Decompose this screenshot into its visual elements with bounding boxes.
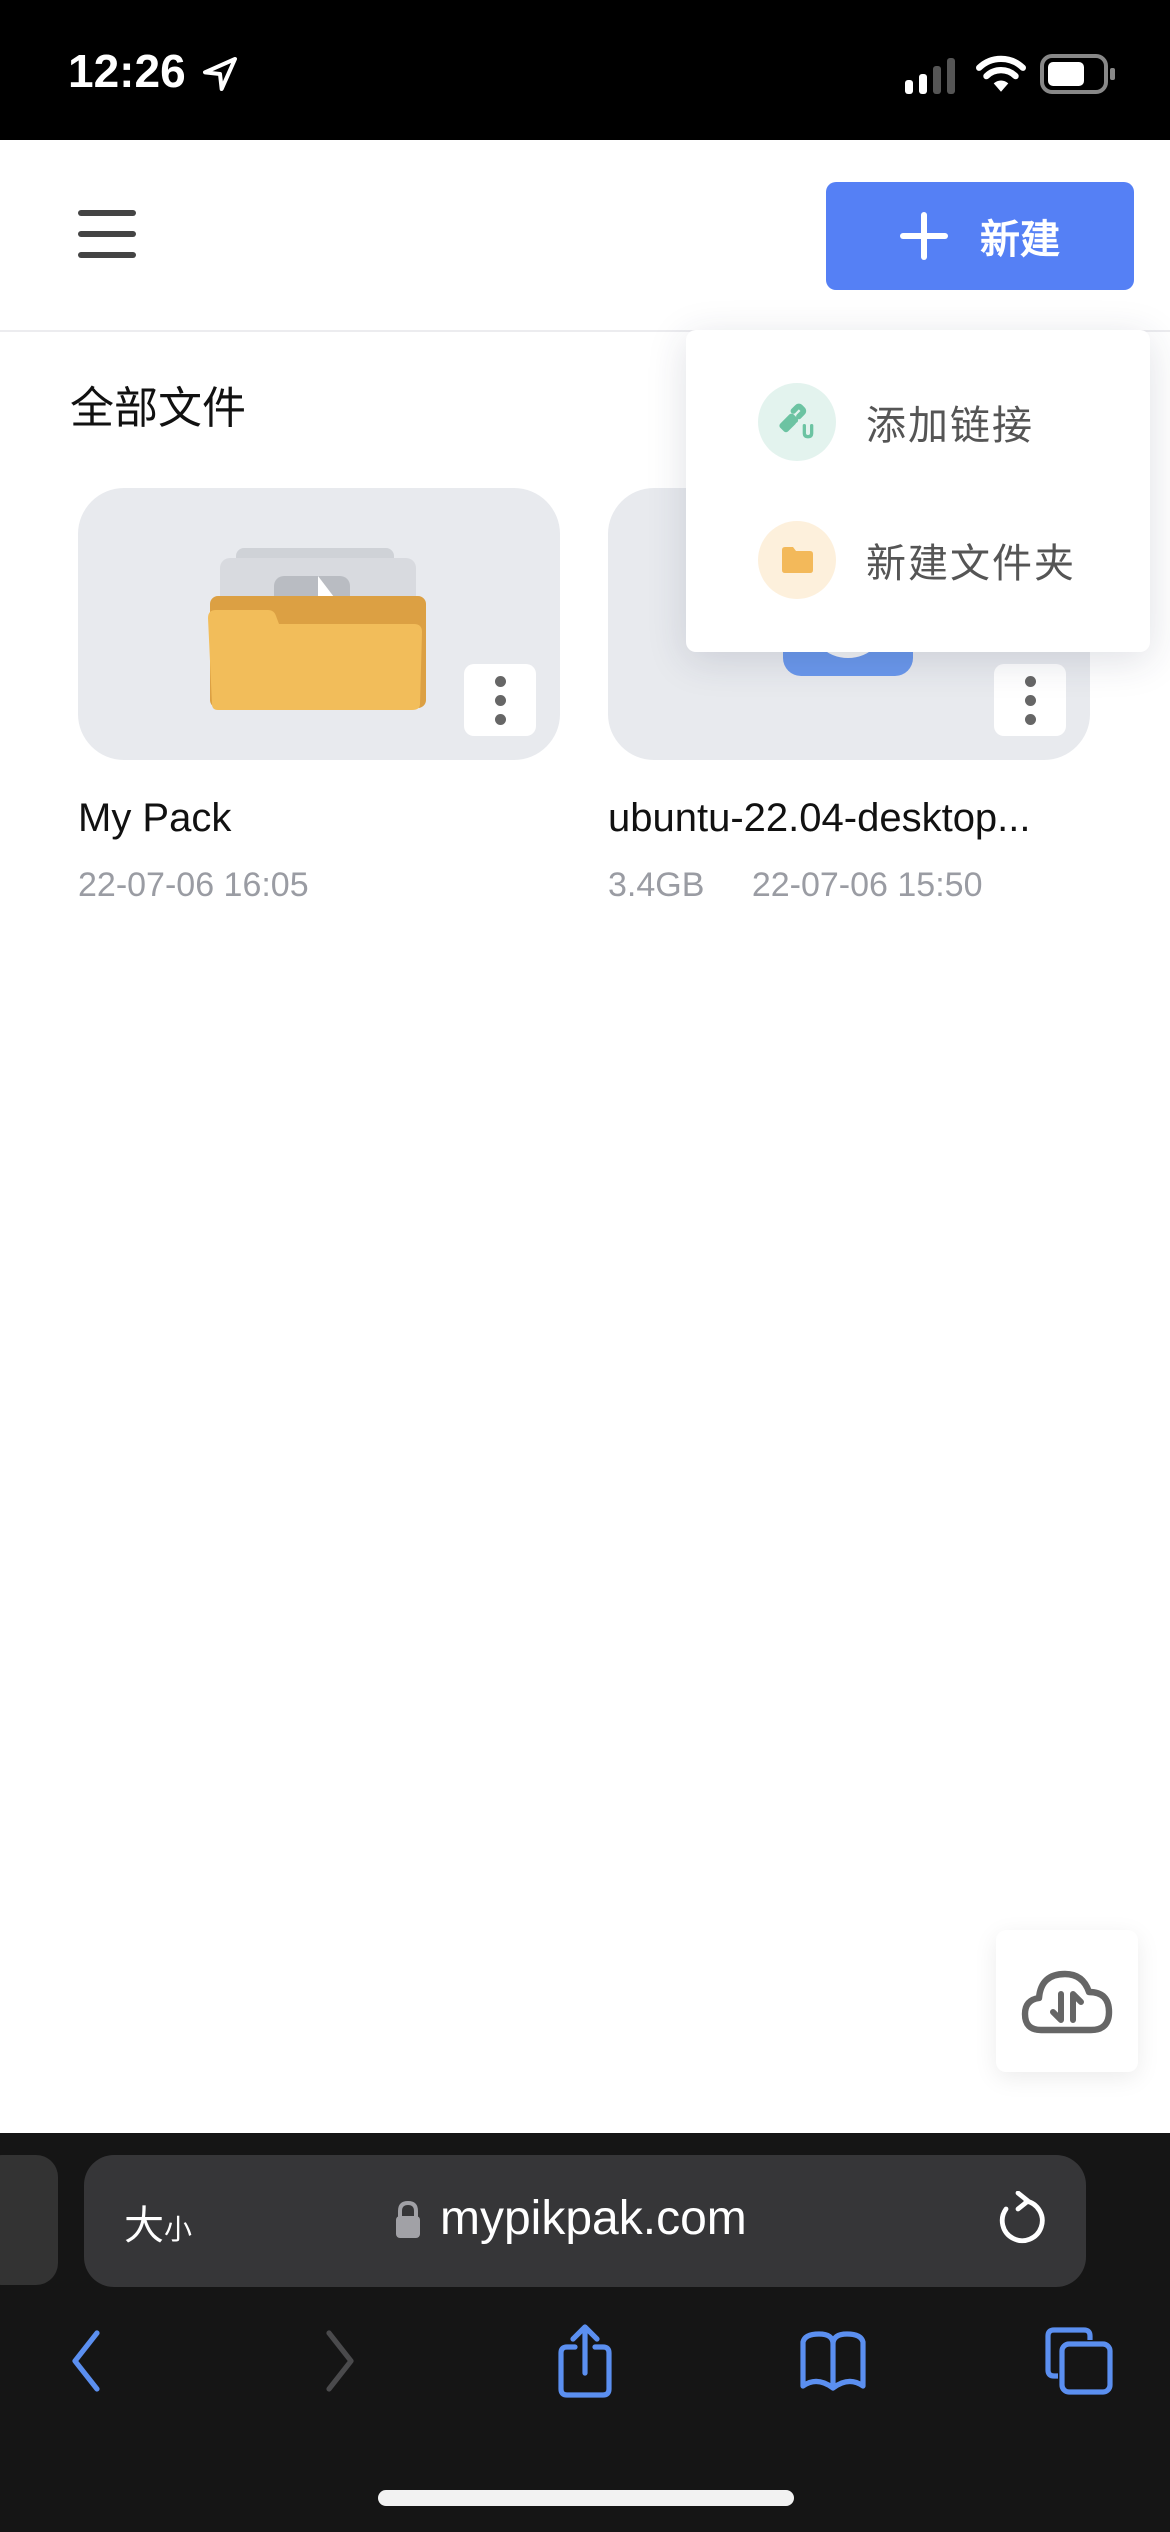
- tabs-icon: [1045, 2327, 1113, 2395]
- bookmarks-icon: [800, 2331, 866, 2391]
- page-title: 全部文件: [70, 383, 246, 434]
- address-bar[interactable]: 大小 mypikpak.com: [84, 2155, 1086, 2287]
- new-button[interactable]: 新建: [826, 182, 1134, 290]
- wifi-icon: [976, 55, 1026, 92]
- menu-item-label: 新建文件夹: [866, 541, 1076, 587]
- status-bar: 12:26: [0, 0, 1170, 140]
- folder-icon: [208, 548, 426, 710]
- folder-icon: [758, 521, 836, 599]
- url-text: mypikpak.com: [440, 2192, 747, 2245]
- browser-toolbar: 大小 mypikpak.com: [0, 2133, 1170, 2532]
- new-button-label: 新建: [980, 217, 1060, 263]
- location-arrow-icon: [203, 57, 237, 91]
- menu-item-label: 添加链接: [866, 403, 1034, 449]
- url-display[interactable]: mypikpak.com: [394, 2191, 747, 2246]
- file-date: 22-07-06 16:05: [78, 866, 309, 904]
- previous-tab-preview[interactable]: [0, 2155, 58, 2285]
- magnet-link-icon: [758, 383, 836, 461]
- home-indicator[interactable]: [378, 2490, 794, 2506]
- file-card-thumbnail[interactable]: [78, 488, 560, 760]
- back-icon: [72, 2330, 100, 2392]
- file-size: 3.4GB: [608, 866, 705, 904]
- file-name[interactable]: ubuntu-22.04-desktop...: [608, 796, 1031, 841]
- more-options-button[interactable]: [464, 664, 536, 736]
- forward-icon: [326, 2330, 354, 2392]
- text-size-button[interactable]: 大小: [124, 2193, 192, 2251]
- file-date: 22-07-06 15:50: [751, 866, 983, 904]
- transfer-button[interactable]: [996, 1930, 1138, 2072]
- forward-button[interactable]: [294, 2316, 384, 2406]
- reload-icon[interactable]: [994, 2191, 1050, 2251]
- file-meta: 22-07-06 16:05: [78, 866, 309, 905]
- cloud-transfer-icon: [1021, 1970, 1113, 2034]
- tabs-button[interactable]: [1034, 2316, 1124, 2406]
- back-button[interactable]: [42, 2316, 132, 2406]
- app-header: 新建: [0, 140, 1170, 332]
- file-name[interactable]: My Pack: [78, 796, 231, 841]
- plus-icon: [900, 212, 948, 260]
- menu-item-new-folder[interactable]: 新建文件夹: [758, 520, 1138, 600]
- cellular-signal-icon: [905, 58, 955, 94]
- menu-item-add-link[interactable]: 添加链接: [758, 382, 1138, 462]
- lock-icon: [396, 2200, 420, 2238]
- hamburger-menu-icon[interactable]: [78, 210, 136, 260]
- share-icon: [558, 2324, 612, 2398]
- file-meta: 3.4GB 22-07-06 15:50: [608, 866, 982, 905]
- share-button[interactable]: [540, 2316, 630, 2406]
- bookmarks-button[interactable]: [788, 2316, 878, 2406]
- more-options-button[interactable]: [994, 664, 1066, 736]
- status-time: 12:26: [68, 45, 186, 97]
- battery-icon: [1040, 54, 1115, 94]
- new-dropdown-menu: 添加链接 新建文件夹: [686, 330, 1150, 652]
